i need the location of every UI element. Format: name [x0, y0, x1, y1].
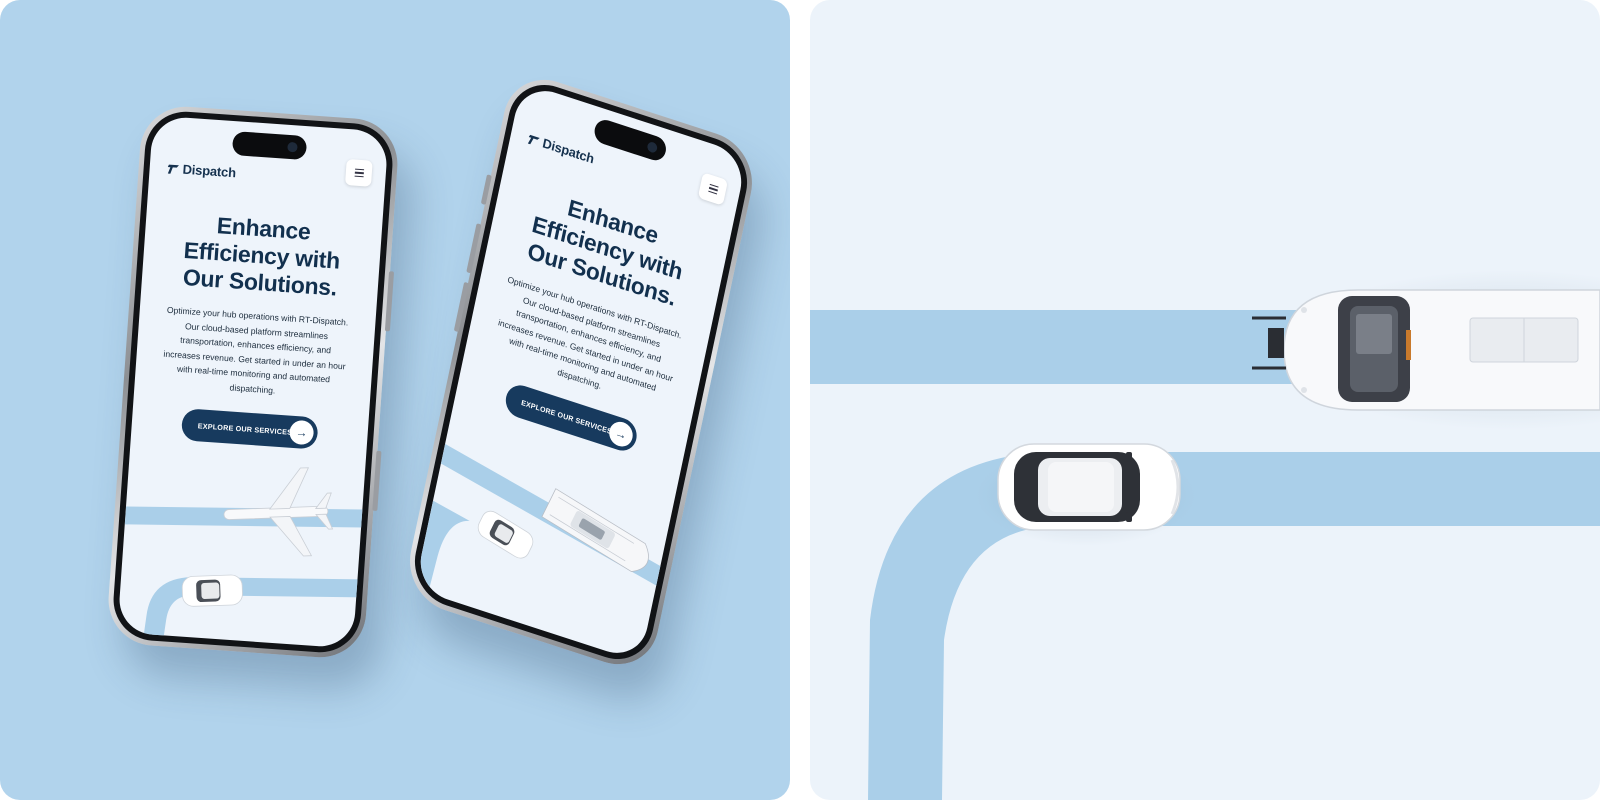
- transport-illustration: [414, 443, 670, 603]
- brand-name: Dispatch: [541, 135, 596, 167]
- transport-illustration: [124, 467, 373, 646]
- phone-side-button: [372, 450, 382, 511]
- hamburger-menu-icon: [354, 167, 364, 178]
- arrow-right-icon: →: [606, 418, 635, 450]
- car-icon: [997, 443, 1181, 531]
- phone-side-button: [384, 271, 395, 332]
- hamburger-menu-icon: [707, 182, 719, 195]
- phone-mockup-front: Dispatch Enhance Efficiency with Our Sol…: [105, 103, 401, 661]
- road-curve: [142, 577, 368, 646]
- hero-headline: Enhance Efficiency with Our Solutions.: [141, 207, 382, 304]
- top-down-scene-panel: [810, 0, 1600, 800]
- hero-description: Optimize your hub operations with RT-Dis…: [150, 302, 360, 403]
- ship-icon: [541, 488, 649, 572]
- phone-mockups-panel: Dispatch Enhance Efficiency with Our Sol…: [0, 0, 790, 800]
- brand-logo[interactable]: Dispatch: [167, 161, 237, 181]
- road-curve: [414, 500, 470, 603]
- phone-bezel: Dispatch Enhance Efficiency with Our Sol…: [407, 74, 755, 670]
- tram-icon: [1252, 289, 1600, 411]
- transport-scene-illustration: [810, 270, 1600, 800]
- cta-label: EXPLORE OUR SERVICES: [197, 420, 293, 437]
- dynamic-island: [592, 116, 669, 164]
- car-icon: [181, 574, 243, 607]
- menu-button[interactable]: [697, 172, 729, 206]
- explore-services-button[interactable]: EXPLORE OUR SERVICES →: [180, 408, 319, 450]
- brand-logo[interactable]: Dispatch: [527, 131, 595, 167]
- car-icon: [477, 510, 534, 559]
- cta-label: EXPLORE OUR SERVICES: [520, 397, 613, 436]
- brand-name: Dispatch: [182, 161, 237, 181]
- arrow-right-icon: →: [288, 419, 315, 446]
- phone-mockup-tilted: Dispatch Enhance Efficiency with Our Sol…: [401, 67, 761, 677]
- airplane-icon: [223, 467, 334, 557]
- phone-screen: Dispatch Enhance Efficiency with Our Sol…: [414, 81, 748, 663]
- menu-button[interactable]: [344, 158, 373, 187]
- dynamic-island: [231, 131, 308, 161]
- phone-screen: Dispatch Enhance Efficiency with Our Sol…: [117, 115, 389, 649]
- phone-bezel: Dispatch Enhance Efficiency with Our Sol…: [110, 108, 396, 656]
- dispatch-logo-icon: [167, 164, 179, 174]
- dispatch-logo-icon: [527, 134, 540, 144]
